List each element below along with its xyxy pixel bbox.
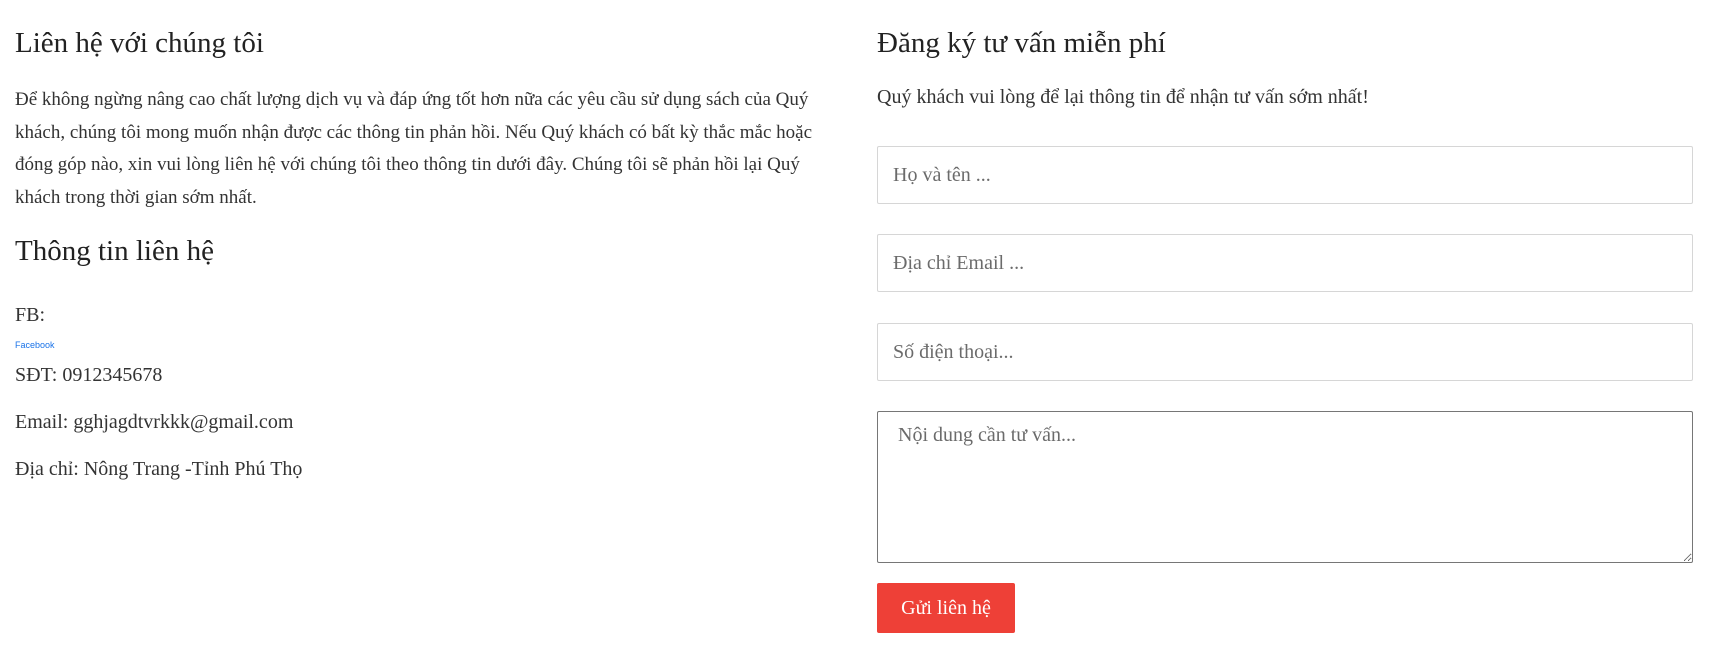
form-title: Đăng ký tư vấn miễn phí (877, 27, 1166, 59)
contact-info-title: Thông tin liên hệ (15, 235, 214, 267)
submit-button[interactable]: Gửi liên hệ (877, 583, 1015, 633)
email-input[interactable] (877, 234, 1693, 292)
facebook-link[interactable]: Facebook (15, 340, 55, 350)
phone-input[interactable] (877, 323, 1693, 381)
contact-intro-title: Liên hệ với chúng tôi (15, 27, 264, 59)
email-info: Email: gghjagdtvrkkk@gmail.com (15, 411, 294, 433)
fb-label: FB: (15, 304, 46, 326)
contact-intro-text: Để không ngừng nâng cao chất lượng dịch … (15, 89, 813, 208)
message-textarea[interactable] (877, 411, 1693, 563)
form-subtitle: Quý khách vui lòng để lại thông tin để n… (877, 86, 1369, 108)
phone-info: SĐT: 0912345678 (15, 364, 163, 386)
address-info: Địa chỉ: Nông Trang -Tỉnh Phú Thọ (15, 458, 303, 480)
name-input[interactable] (877, 146, 1693, 204)
